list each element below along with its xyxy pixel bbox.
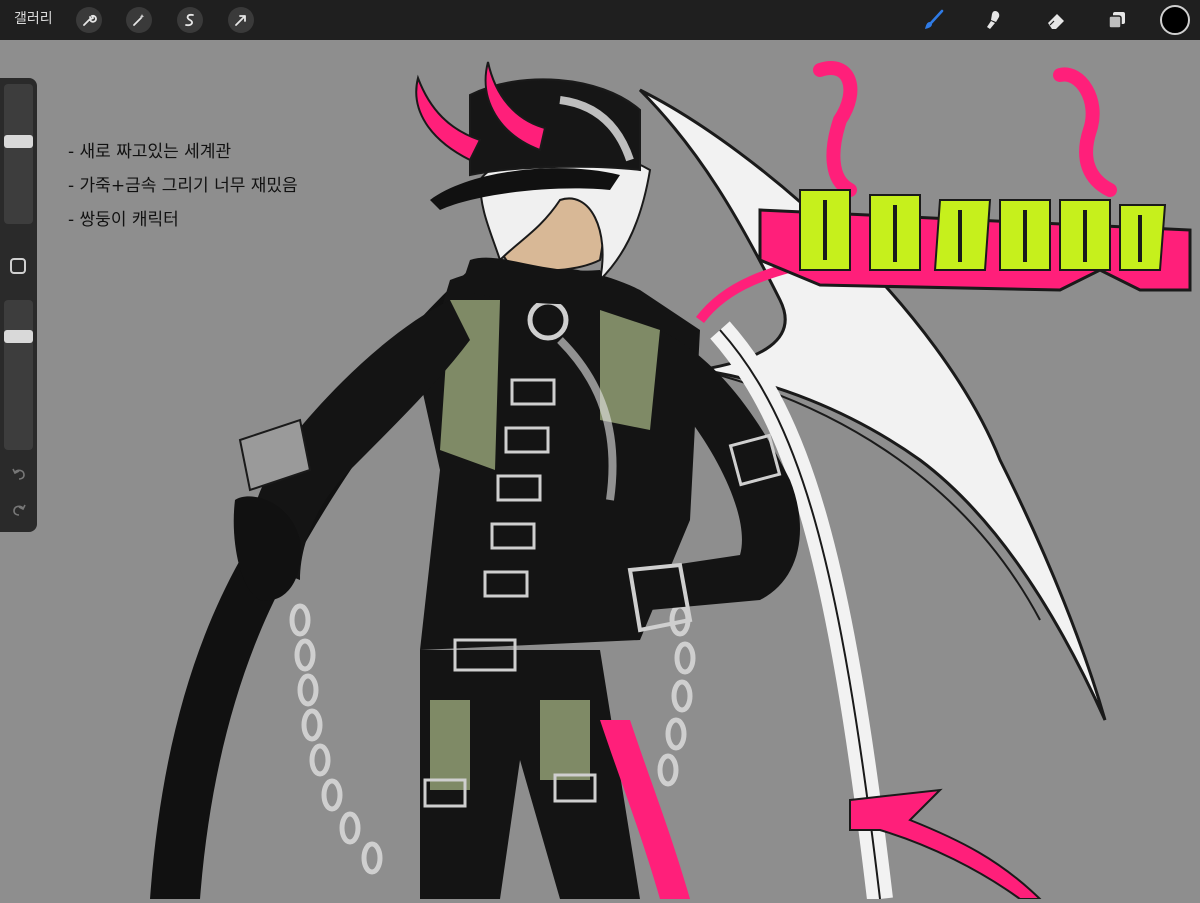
opacity-slider[interactable] bbox=[4, 300, 33, 450]
eraser-icon[interactable] bbox=[1041, 5, 1071, 35]
wrench-icon[interactable] bbox=[76, 7, 102, 33]
brush-icon[interactable] bbox=[919, 5, 949, 35]
artwork bbox=[150, 61, 1192, 901]
note-line-2: - 가죽+금속 그리기 너무 재밌음 bbox=[68, 176, 298, 196]
redo-icon[interactable] bbox=[9, 500, 29, 520]
gallery-button[interactable]: 갤러리 bbox=[14, 0, 53, 40]
cursor-arrow-icon[interactable] bbox=[228, 7, 254, 33]
layers-icon[interactable] bbox=[1102, 5, 1132, 35]
drawing-canvas[interactable]: - 새로 짜고있는 세계관 - 가죽+금속 그리기 너무 재밌음 - 쌍둥이 캐… bbox=[0, 40, 1200, 901]
modify-button[interactable] bbox=[10, 258, 26, 274]
note-line-3: - 쌍둥이 캐릭터 bbox=[68, 210, 179, 230]
side-panel bbox=[0, 78, 37, 532]
smudge-icon[interactable] bbox=[979, 5, 1009, 35]
opacity-thumb[interactable] bbox=[4, 330, 33, 343]
selection-s-icon[interactable] bbox=[177, 7, 203, 33]
color-picker-button[interactable] bbox=[1160, 5, 1190, 35]
brush-size-thumb[interactable] bbox=[4, 135, 33, 148]
note-line-1: - 새로 짜고있는 세계관 bbox=[68, 142, 232, 162]
top-toolbar: 갤러리 bbox=[0, 0, 1200, 40]
undo-icon[interactable] bbox=[9, 464, 29, 484]
magic-wand-icon[interactable] bbox=[126, 7, 152, 33]
brush-size-slider[interactable] bbox=[4, 84, 33, 224]
